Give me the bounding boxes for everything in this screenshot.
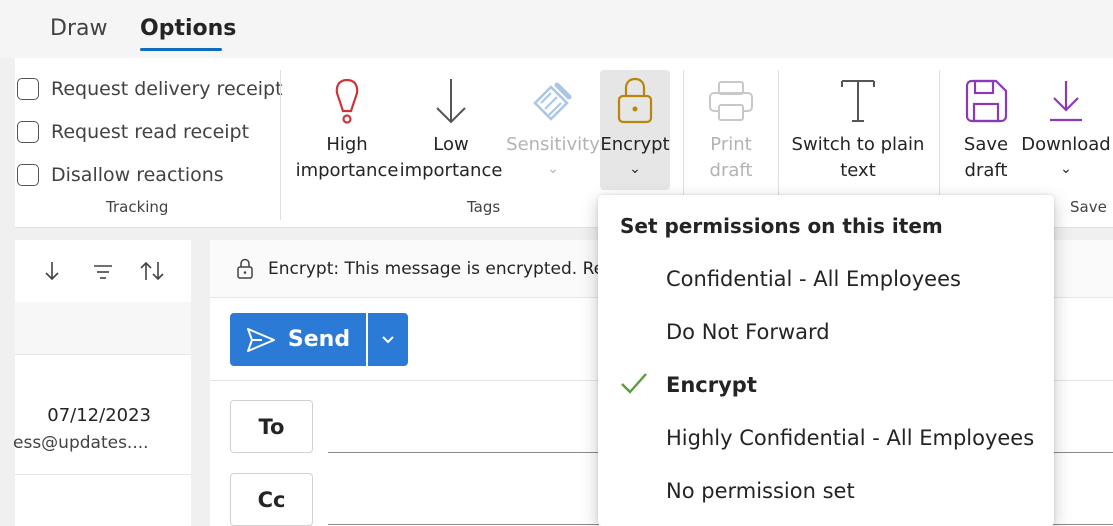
sensitivity-icon bbox=[529, 70, 577, 132]
sensitivity-button[interactable]: Sensitivity ⌄ bbox=[506, 70, 600, 178]
permissions-dropdown-menu: Set permissions on this item Confidentia… bbox=[598, 195, 1054, 526]
check-icon bbox=[620, 371, 648, 400]
checkbox-label: Request read receipt bbox=[51, 121, 250, 143]
to-button[interactable]: To bbox=[230, 400, 313, 453]
chevron-down-icon: ⌄ bbox=[1060, 161, 1072, 177]
switch-to-plain-text-button[interactable]: Switch to plain text bbox=[788, 70, 928, 184]
message-sender: ess@updates.... bbox=[13, 433, 149, 453]
menu-item-label: No permission set bbox=[666, 479, 855, 503]
message-list-pane: 07/12/2023 ess@updates.... bbox=[13, 240, 191, 526]
button-label: text bbox=[840, 160, 876, 181]
send-icon bbox=[246, 327, 275, 352]
save-draft-button[interactable]: Save draft bbox=[955, 70, 1017, 184]
checkbox-label: Request delivery receipt bbox=[51, 78, 283, 100]
chevron-down-icon bbox=[382, 335, 394, 343]
button-label: Switch to plain bbox=[791, 134, 925, 155]
send-label: Send bbox=[287, 327, 351, 352]
encryption-notice-text: Encrypt: This message is encrypted. Re bbox=[268, 258, 605, 279]
group-separator bbox=[280, 70, 281, 220]
tab-draw[interactable]: Draw bbox=[50, 16, 107, 41]
button-label: importance bbox=[399, 160, 503, 181]
low-importance-button[interactable]: Low importance bbox=[399, 70, 503, 184]
encrypt-button[interactable]: Encrypt ⌄ bbox=[600, 70, 670, 190]
disallow-reactions-checkbox[interactable]: Disallow reactions bbox=[17, 160, 224, 190]
filter-icon[interactable] bbox=[93, 264, 113, 285]
high-importance-icon bbox=[332, 70, 362, 132]
menu-title: Set permissions on this item bbox=[620, 214, 943, 238]
menu-item-label: Confidential - All Employees bbox=[666, 267, 961, 291]
button-label: Encrypt bbox=[600, 134, 670, 155]
menu-item-no-permission-set[interactable]: No permission set bbox=[598, 467, 1054, 515]
active-tab-indicator bbox=[140, 48, 222, 51]
divider bbox=[15, 474, 191, 475]
button-label: draft bbox=[964, 160, 1008, 181]
request-read-receipt-checkbox[interactable]: Request read receipt bbox=[17, 117, 249, 147]
printer-icon bbox=[707, 70, 755, 132]
save-icon bbox=[963, 70, 1009, 132]
download-icon bbox=[1046, 70, 1086, 132]
list-header-band bbox=[15, 302, 191, 354]
request-delivery-receipt-checkbox[interactable]: Request delivery receipt bbox=[17, 74, 283, 104]
ribbon-tab-bar: Draw Options bbox=[0, 0, 1113, 58]
sort-icon[interactable] bbox=[139, 260, 165, 287]
print-draft-button[interactable]: Print draft bbox=[698, 70, 764, 184]
divider bbox=[15, 354, 191, 355]
tab-options[interactable]: Options bbox=[140, 16, 236, 41]
lock-icon bbox=[615, 70, 655, 132]
button-label: Save bbox=[963, 134, 1009, 155]
high-importance-button[interactable]: High importance bbox=[295, 70, 399, 184]
text-icon bbox=[838, 70, 878, 132]
menu-item-label: Highly Confidential - All Employees bbox=[666, 426, 1035, 450]
checkbox-box[interactable] bbox=[17, 164, 39, 186]
button-label: importance bbox=[295, 160, 399, 181]
menu-item-highly-confidential-all-employees[interactable]: Highly Confidential - All Employees bbox=[598, 414, 1054, 462]
chevron-down-icon: ⌄ bbox=[547, 161, 559, 177]
checkbox-label: Disallow reactions bbox=[51, 164, 224, 186]
button-label: Download bbox=[1021, 134, 1111, 155]
low-importance-icon bbox=[433, 70, 469, 132]
menu-item-confidential-all-employees[interactable]: Confidential - All Employees bbox=[598, 255, 1054, 303]
menu-item-do-not-forward[interactable]: Do Not Forward bbox=[598, 308, 1054, 356]
lock-icon bbox=[236, 258, 254, 280]
cc-button[interactable]: Cc bbox=[230, 473, 313, 526]
button-label: Print bbox=[710, 134, 752, 155]
download-button[interactable]: Download ⌄ bbox=[1019, 70, 1113, 178]
chevron-down-icon: ⌄ bbox=[629, 161, 641, 177]
send-options-button[interactable] bbox=[368, 313, 408, 366]
group-label-tracking: Tracking bbox=[106, 198, 169, 216]
menu-item-label: Encrypt bbox=[666, 373, 757, 397]
sort-direction-icon[interactable] bbox=[43, 260, 61, 287]
group-label-save: Save bbox=[1070, 198, 1107, 216]
button-label: Sensitivity bbox=[506, 134, 600, 155]
button-label: draft bbox=[709, 160, 753, 181]
menu-item-encrypt[interactable]: Encrypt bbox=[598, 361, 1054, 409]
checkbox-box[interactable] bbox=[17, 121, 39, 143]
checkbox-box[interactable] bbox=[17, 78, 39, 100]
send-button[interactable]: Send bbox=[230, 313, 366, 366]
group-label-tags: Tags bbox=[467, 198, 501, 216]
message-date: 07/12/2023 bbox=[47, 405, 151, 426]
button-label: Low bbox=[433, 134, 469, 155]
menu-item-label: Do Not Forward bbox=[666, 320, 830, 344]
button-label: High bbox=[326, 134, 368, 155]
send-button-group: Send bbox=[230, 313, 408, 366]
